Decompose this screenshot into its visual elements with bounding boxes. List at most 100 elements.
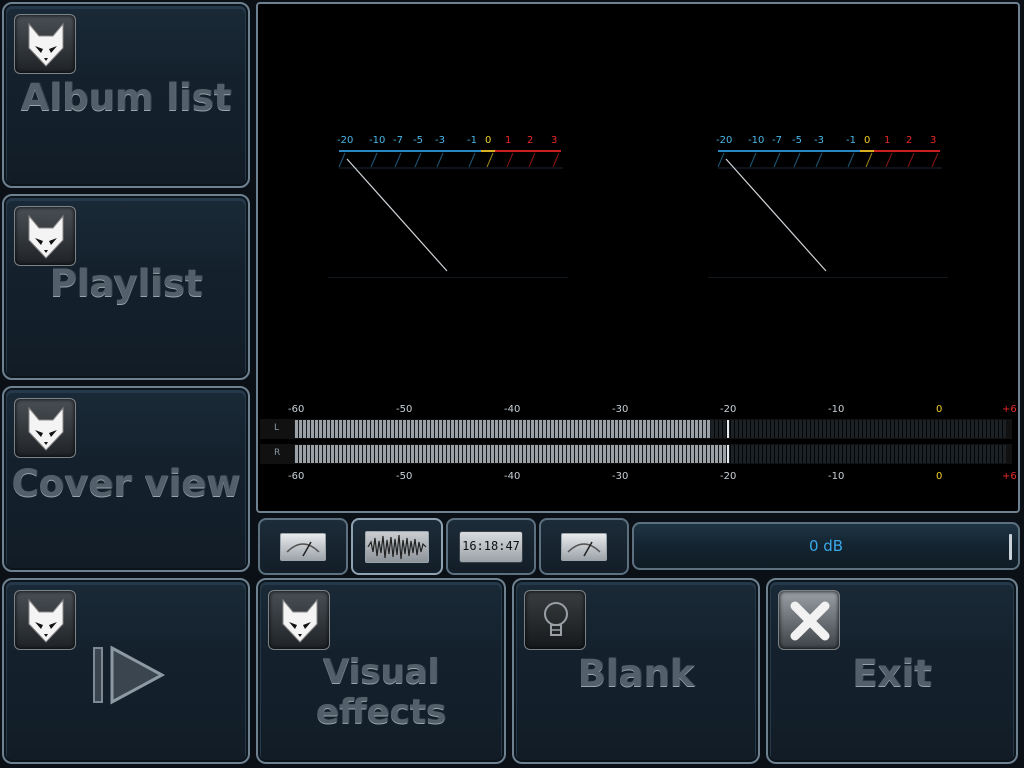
peak-bars (294, 420, 1006, 438)
vu-baseline (328, 277, 568, 278)
peak-channel-name: L (274, 423, 280, 433)
vu-tick-mark (552, 152, 560, 168)
vu-tick-mark (773, 152, 781, 168)
peak-scale-label: 0 (936, 404, 943, 415)
vu-tick-mark (486, 152, 494, 168)
foobar-logo-icon (14, 206, 76, 266)
vu-tick-mark (717, 152, 725, 168)
vu-tick-mark (468, 152, 476, 168)
vu-tick-label: -7 (393, 135, 403, 146)
peak-meter: -60 -50 -40 -30 -20 -10 0 +6 -60 -50 -40 -30 -20 -10 0… (260, 399, 1017, 489)
vu-scale-red (495, 150, 561, 152)
lightbulb-icon (524, 590, 586, 650)
visual-effects-label: Visual effects (315, 652, 447, 732)
vu-tick-label: -20 (337, 135, 354, 146)
playlist-label: Playlist (49, 262, 203, 305)
vu-tick-label: -3 (814, 135, 824, 146)
vu-tick-label: -1 (467, 135, 477, 146)
vu-tick-mark (847, 152, 855, 168)
vu-scale-yellow (481, 150, 495, 152)
peak-channel-r: R (260, 444, 1012, 464)
vu-scale-red (874, 150, 940, 152)
vu-tick-label: -7 (772, 135, 782, 146)
foobar-logo-icon (14, 14, 76, 74)
vu-tick-mark (865, 152, 873, 168)
blank-button[interactable]: Blank (512, 578, 760, 764)
volume-value: 0 dB (808, 537, 844, 555)
vu-baseline (708, 277, 948, 278)
peak-scale-label: -30 (612, 471, 629, 482)
peak-scale-label: -10 (828, 404, 845, 415)
vu-tick-mark (815, 152, 823, 168)
peak-scale-label: 0 (936, 471, 943, 482)
visualization-area: -20 -10 -7 -5 -3 -1 0 1 2 3 -20 -10 -7 -5 -3 -1 0 1 2 3 -6… (256, 2, 1020, 513)
vu-meter-right: -20 -10 -7 -5 -3 -1 0 1 2 3 (714, 135, 954, 285)
vu-meter-mode-button[interactable] (258, 518, 348, 575)
vu-tick-label: -20 (716, 135, 733, 146)
vu-tick-mark (506, 152, 514, 168)
vu-tick-label: 1 (884, 135, 891, 146)
vu-tick-label: 2 (906, 135, 913, 146)
peak-scale-label: +6 (1002, 471, 1017, 482)
vu-tick-label: 0 (485, 135, 492, 146)
peak-hold-marker (727, 420, 729, 438)
close-icon (778, 590, 840, 650)
volume-slider-handle[interactable] (1009, 534, 1012, 560)
peak-scale-label: -60 (288, 404, 305, 415)
vu-scale-yellow (860, 150, 874, 152)
vu-tick-mark (793, 152, 801, 168)
vu-tick-mark (749, 152, 757, 168)
vu-needle (346, 158, 448, 272)
vu-tick-mark (528, 152, 536, 168)
vu-meter-icon (280, 532, 326, 561)
vu-tick-label: 1 (505, 135, 512, 146)
peak-scale-label: -60 (288, 471, 305, 482)
vu-tick-label: 2 (527, 135, 534, 146)
peak-scale-label: -50 (396, 471, 413, 482)
vu-tick-mark (394, 152, 402, 168)
vu-tick-label: 3 (930, 135, 937, 146)
volume-slider[interactable]: 0 dB (632, 522, 1020, 570)
album-list-label: Album list (20, 76, 232, 119)
playlist-button[interactable]: Playlist (2, 194, 250, 380)
exit-button[interactable]: Exit (766, 578, 1018, 764)
vu-tick-label: -1 (846, 135, 856, 146)
peak-channel-name: R (274, 448, 281, 458)
peak-meter-mode-button[interactable] (539, 518, 629, 575)
peak-scale-label: -30 (612, 404, 629, 415)
peak-channel-l: L (260, 419, 1012, 439)
peak-scale-label: -10 (828, 471, 845, 482)
visual-effects-button[interactable]: Visual effects (256, 578, 506, 764)
clock-display: 16:18:47 (459, 530, 523, 563)
vu-tick-label: -5 (792, 135, 802, 146)
peak-scale-label: -50 (396, 404, 413, 415)
exit-label: Exit (852, 652, 932, 695)
foobar-logo-icon (14, 398, 76, 458)
vu-tick-label: -3 (435, 135, 445, 146)
vu-scale-blue (718, 150, 860, 152)
vu-tick-label: -5 (413, 135, 423, 146)
play-pause-button[interactable] (2, 578, 250, 764)
play-pause-icon (93, 645, 166, 705)
vu-needle (725, 158, 827, 272)
peak-scale-label: +6 (1002, 404, 1017, 415)
peak-scale-label: -40 (504, 471, 521, 482)
vu-tick-mark (370, 152, 378, 168)
album-list-button[interactable]: Album list (2, 2, 250, 188)
foobar-logo-icon (268, 590, 330, 650)
peak-scale-label: -40 (504, 404, 521, 415)
vu-tick-mark (338, 152, 346, 168)
vu-tick-mark (931, 152, 939, 168)
peak-scale-label: -20 (720, 471, 737, 482)
vu-tick-label: 0 (864, 135, 871, 146)
vu-scale-blue (339, 150, 481, 152)
vu-tick-mark (436, 152, 444, 168)
peak-bars (294, 445, 1006, 463)
vu-tick-label: -10 (369, 135, 386, 146)
clock-mode-button[interactable]: 16:18:47 (446, 518, 536, 575)
waveform-icon (365, 530, 429, 563)
blank-label: Blank (577, 652, 695, 695)
clock-time: 16:18:47 (462, 538, 520, 553)
waveform-mode-button[interactable] (351, 518, 443, 575)
cover-view-button[interactable]: Cover view (2, 386, 250, 572)
